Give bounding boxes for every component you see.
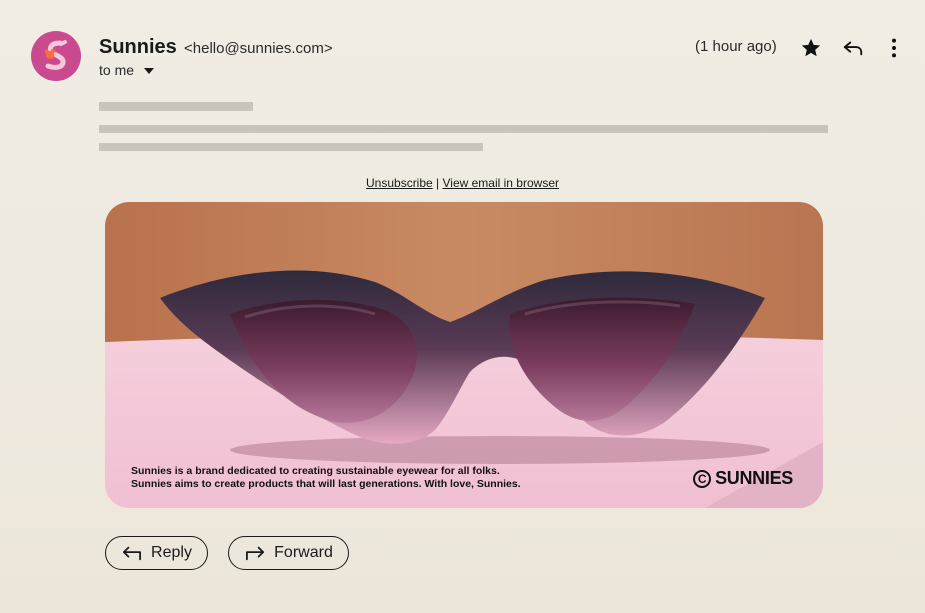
preview-line-placeholder (99, 125, 828, 133)
reply-icon (843, 41, 863, 56)
more-vertical-icon (891, 38, 897, 58)
sunglasses-photo (105, 202, 823, 508)
recipient-dropdown[interactable]: to me (99, 62, 155, 78)
forward-button[interactable]: Forward (228, 536, 349, 570)
sender-avatar[interactable] (31, 31, 81, 81)
hero-banner-image[interactable]: Sunnies is a brand dedicated to creating… (105, 202, 823, 508)
subject-placeholder (99, 102, 253, 111)
more-options-button[interactable] (881, 35, 907, 61)
hero-brand-logo: C SUNNIES (693, 468, 793, 489)
star-button[interactable] (798, 35, 824, 61)
hero-tagline: Sunnies is a brand dedicated to creating… (131, 465, 521, 491)
reply-arrow-icon (123, 546, 142, 561)
hero-tagline-line: Sunnies aims to create products that wil… (131, 478, 521, 490)
copyright-icon: C (693, 469, 712, 488)
recipient-label: to me (99, 62, 135, 78)
sender-name[interactable]: Sunnies (99, 36, 177, 59)
email-header-links: Unsubscribe | View email in browser (0, 176, 925, 190)
forward-arrow-icon (246, 546, 265, 561)
sender-email: <hello@sunnies.com> (184, 40, 333, 57)
message-timestamp: (1 hour ago) (695, 38, 777, 55)
sunnies-logo-icon (44, 40, 67, 70)
reply-button[interactable]: Reply (105, 536, 208, 570)
unsubscribe-link[interactable]: Unsubscribe (366, 176, 433, 190)
link-separator: | (432, 176, 443, 190)
preview-line-placeholder (99, 143, 483, 151)
hero-tagline-line: Sunnies is a brand dedicated to creating… (131, 465, 500, 477)
reply-icon-button[interactable] (840, 35, 866, 61)
star-icon (801, 38, 821, 57)
reply-button-label: Reply (151, 544, 192, 561)
view-in-browser-link[interactable]: View email in browser (443, 176, 560, 190)
hero-brand-name: SUNNIES (715, 468, 793, 488)
forward-button-label: Forward (274, 544, 333, 561)
caret-down-icon (144, 68, 155, 74)
